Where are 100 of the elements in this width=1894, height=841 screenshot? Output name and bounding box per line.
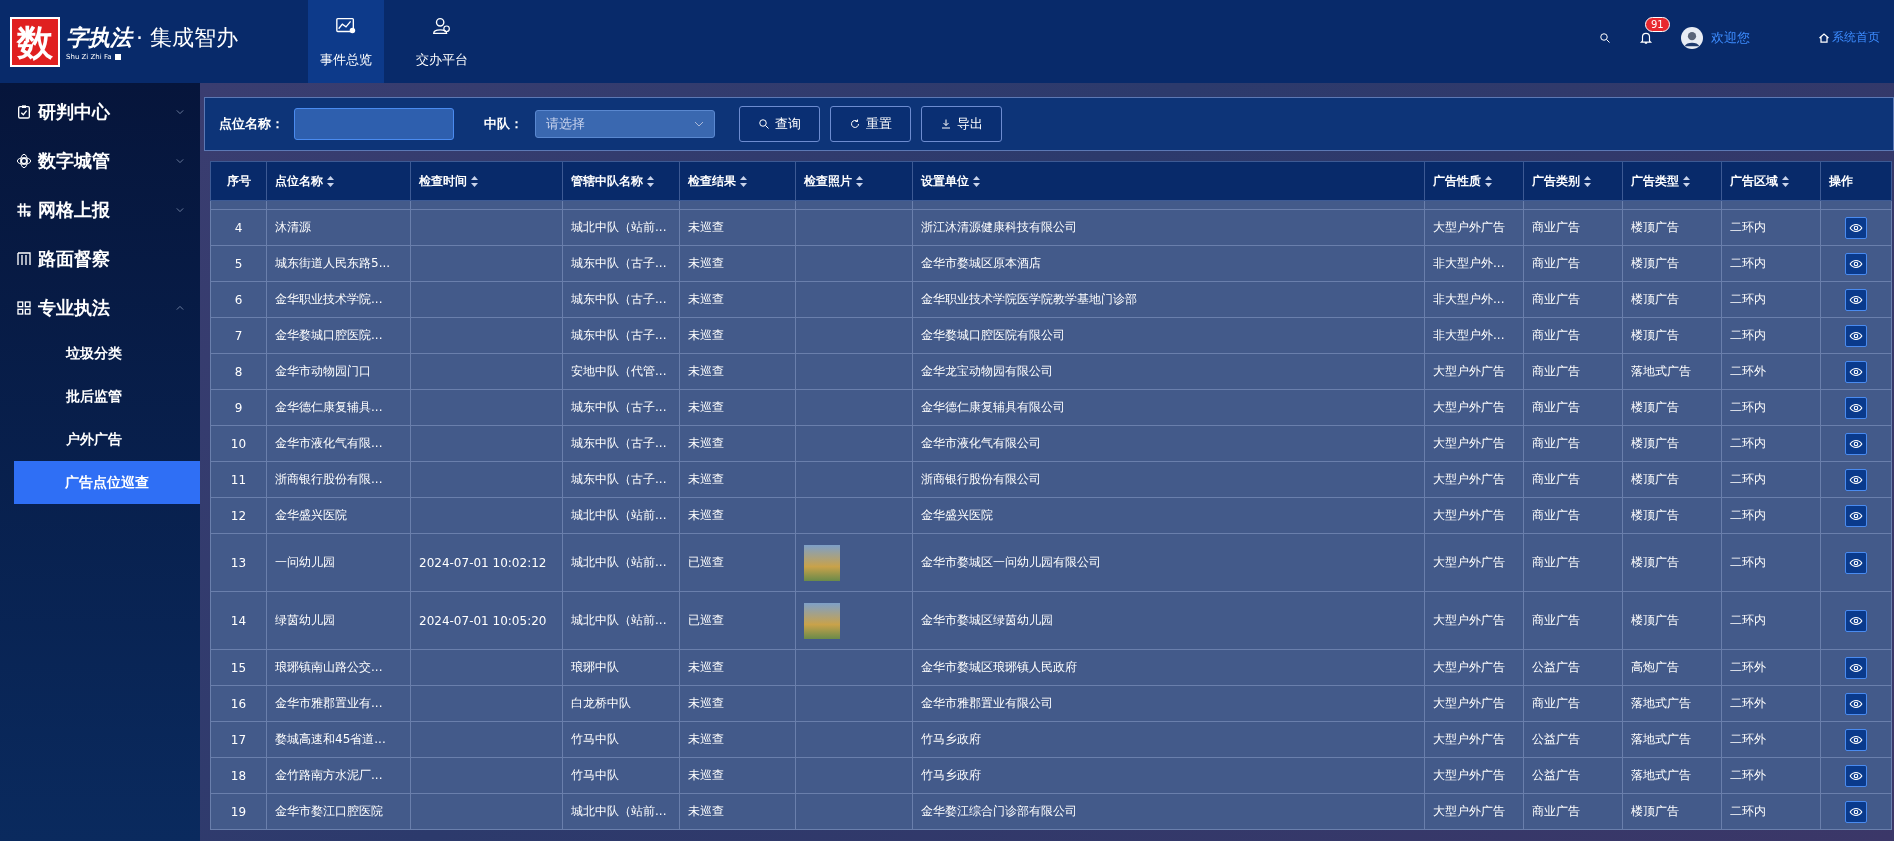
table-cell: 城东街道人民东路5... [266,245,411,282]
table-cell: 17 [210,721,267,758]
sidebar-subitem[interactable]: 户外广告 [14,418,200,461]
nav-tab[interactable]: 交办平台 [404,0,480,83]
chevron-icon [176,156,184,165]
table-cell: 大型户外广告 [1424,209,1524,246]
sort-icon[interactable] [1584,175,1591,187]
view-button[interactable] [1845,432,1867,455]
view-button[interactable] [1845,360,1867,383]
squares-icon [16,299,32,316]
sort-icon[interactable] [471,175,478,187]
table-cell: 11 [210,461,267,498]
table-cell: 8 [210,353,267,390]
table-cell: 楼顶广告 [1622,389,1722,426]
bell-icon[interactable] [1639,30,1653,45]
column-header[interactable]: 检查结果 [679,161,796,201]
table-cell: 金华市婺江口腔医院 [266,793,411,830]
sort-icon[interactable] [1782,175,1789,187]
filter-button[interactable]: 重置 [830,106,911,142]
view-button[interactable] [1845,692,1867,715]
name-input-field[interactable] [294,108,454,140]
photo-placeholder[interactable] [804,544,840,581]
table-cell: 商业广告 [1523,281,1623,318]
view-button[interactable] [1845,396,1867,419]
table-cell: 14 [210,591,267,650]
table-cell: 未巡查 [679,317,796,354]
sidebar-subitem[interactable]: 批后监管 [14,375,200,418]
view-button[interactable] [1845,728,1867,751]
column-header[interactable]: 管辖中队名称 [562,161,680,201]
view-button[interactable] [1845,800,1867,823]
filter-button[interactable]: 导出 [921,106,1002,142]
nav-tab[interactable]: 事件总览 [308,0,384,83]
welcome-link[interactable]: 欢迎您 [1711,28,1750,47]
column-header[interactable]: 设置单位 [912,161,1425,201]
table-cell: 落地式广告 [1622,757,1722,794]
column-header[interactable]: 广告性质 [1424,161,1524,201]
table-cell: 楼顶广告 [1622,591,1722,650]
view-button[interactable] [1845,656,1867,679]
view-button[interactable] [1845,288,1867,311]
table-cell: 落地式广告 [1622,353,1722,390]
column-header: 操作 [1820,161,1892,201]
view-button[interactable] [1845,764,1867,787]
table-cell: 二环内 [1721,245,1821,282]
filter-button[interactable]: 查询 [739,106,820,142]
table-cell: 城北中队（站前... [562,591,680,650]
table-cell: 楼顶广告 [1622,245,1722,282]
sort-icon[interactable] [647,175,654,187]
sidebar-item[interactable]: 路面督察 [0,234,200,283]
column-header[interactable]: 广告类别 [1523,161,1623,201]
table-cell: 金华市雅郡置业有... [266,685,411,722]
table-cell: 金华婺江综合门诊部有限公司 [912,793,1425,830]
table-cell: 绿茵幼儿园 [266,591,411,650]
table-cell: 金华德仁康复辅具... [266,389,411,426]
sort-icon[interactable] [973,175,980,187]
table-cell: 楼顶广告 [1622,317,1722,354]
sidebar-subitem[interactable]: 广告点位巡查 [14,461,200,504]
column-header[interactable]: 检查照片 [795,161,913,201]
table-cell: 大型户外广告 [1424,353,1524,390]
table-cell: 未巡查 [679,793,796,830]
view-button[interactable] [1845,468,1867,491]
table-cell: 大型户外广告 [1424,721,1524,758]
sidebar-item[interactable]: 网格上报 [0,185,200,234]
view-button[interactable] [1845,551,1867,574]
avatar-icon[interactable] [1681,26,1703,49]
sidebar-item[interactable]: 专业执法 [0,283,200,332]
table-cell: 二环内 [1721,461,1821,498]
view-button[interactable] [1845,216,1867,239]
sort-icon[interactable] [327,175,334,187]
column-header[interactable]: 点位名称 [266,161,411,201]
table-cell: 已巡查 [679,533,796,592]
table-cell: 楼顶广告 [1622,281,1722,318]
photo-placeholder[interactable] [804,602,840,639]
table-cell: 城东中队（古子... [562,317,680,354]
sort-icon[interactable] [856,175,863,187]
sidebar-item[interactable]: 数字城管 [0,136,200,185]
logo-brush-text: 字执法 [66,22,132,52]
table-cell: 城东中队（古子... [562,389,680,426]
table-cell: 2024-07-01 10:02:12 [410,533,563,592]
view-button[interactable] [1845,324,1867,347]
sort-icon[interactable] [1485,175,1492,187]
table-cell: 浙商银行股份有限公司 [912,461,1425,498]
column-header[interactable]: 广告区域 [1721,161,1821,201]
column-header[interactable]: 检查时间 [410,161,563,201]
sidebar-subitem[interactable]: 垃圾分类 [14,332,200,375]
sort-icon[interactable] [740,175,747,187]
view-button[interactable] [1845,609,1867,632]
table-cell: 大型户外广告 [1424,461,1524,498]
sidebar-item[interactable]: 研判中心 [0,87,200,136]
table-cell: 二环内 [1721,209,1821,246]
table-cell: 7 [210,317,267,354]
team-select[interactable]: 请选择 [535,110,715,138]
column-header[interactable]: 广告类型 [1622,161,1722,201]
view-button[interactable] [1845,252,1867,275]
home-link[interactable]: 系统首页 [1818,29,1880,46]
table-cell: 未巡查 [679,497,796,534]
view-button[interactable] [1845,504,1867,527]
table-cell: 金华市婺城区一问幼儿园有限公司 [912,533,1425,592]
table-cell: 商业广告 [1523,497,1623,534]
sort-icon[interactable] [1683,175,1690,187]
app-title: · 集成智办 [136,23,238,52]
